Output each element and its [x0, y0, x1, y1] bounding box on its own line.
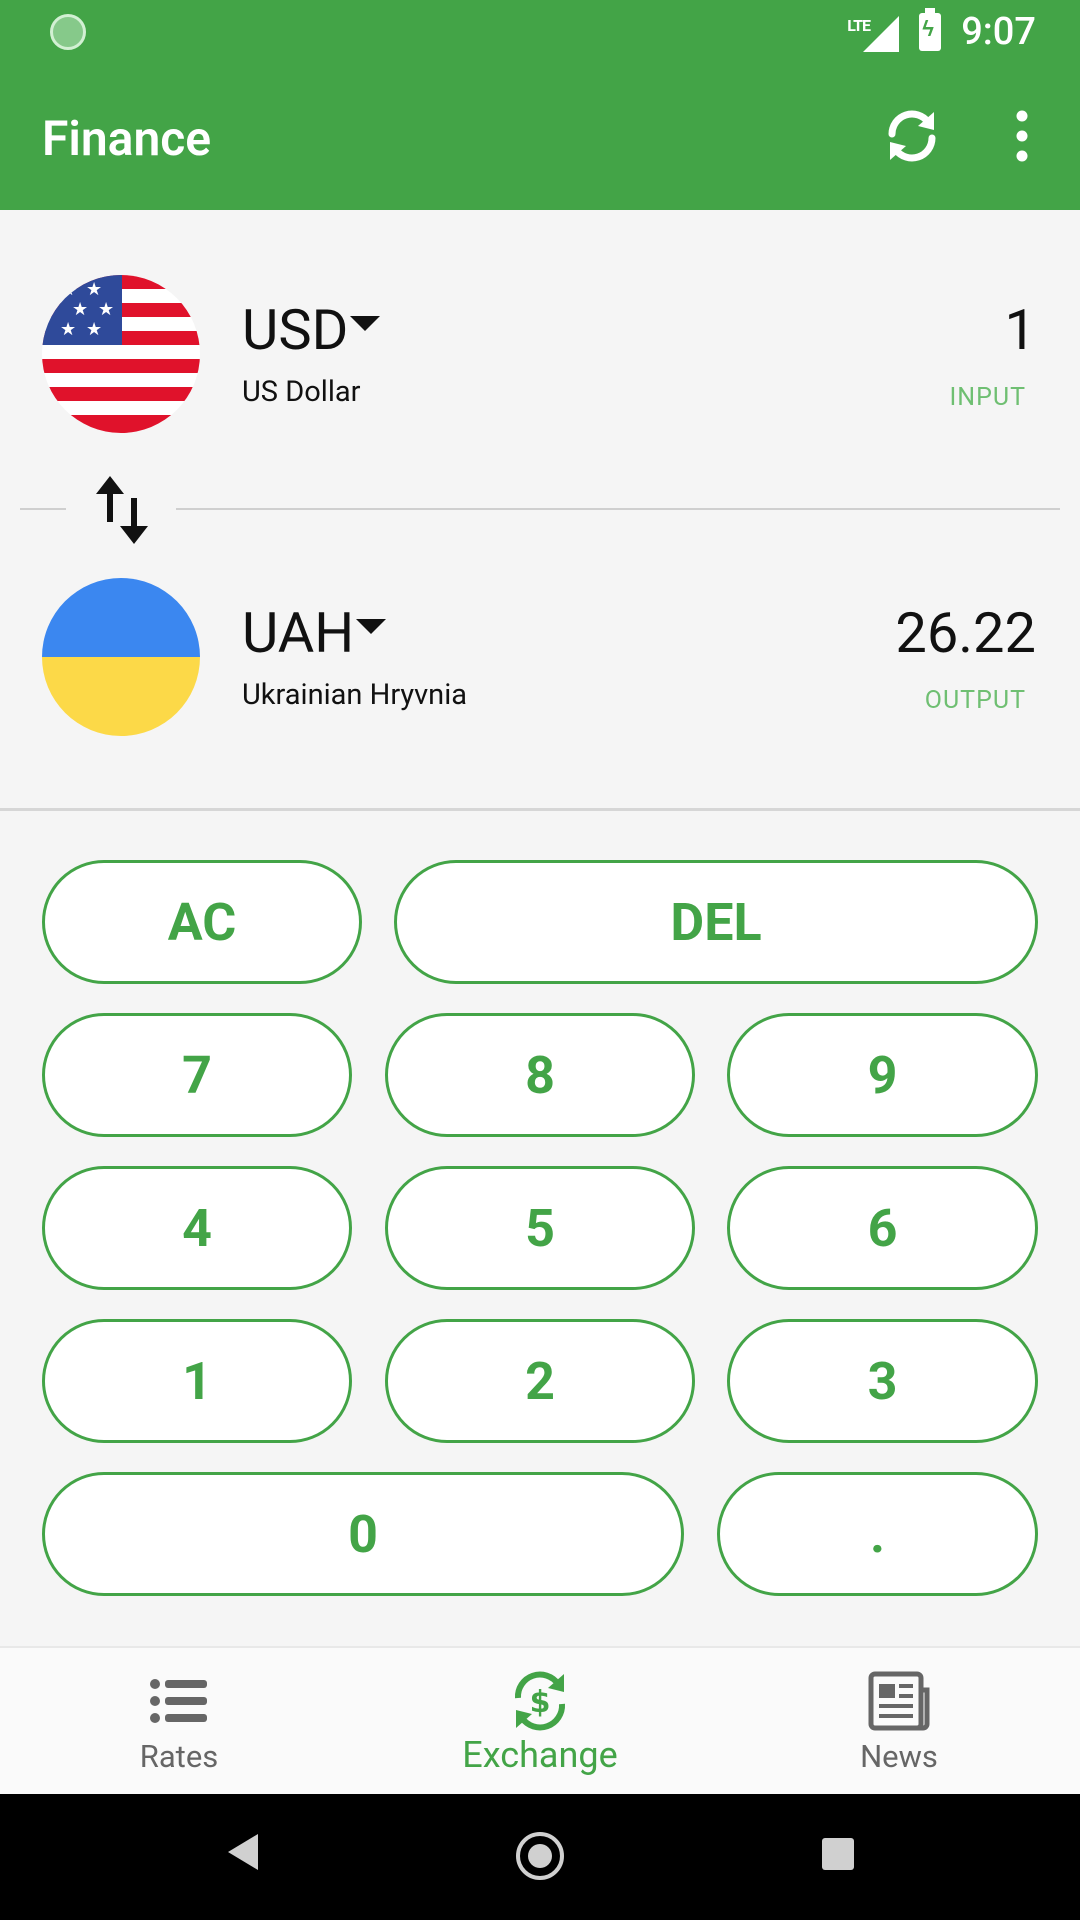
nav-label-news: News — [860, 1738, 938, 1775]
delete-button[interactable]: DEL — [394, 860, 1038, 984]
newspaper-icon — [868, 1671, 930, 1731]
nav-item-rates[interactable]: Rates — [49, 1648, 309, 1796]
bottom-navigation: Rates $ Exchange News — [0, 1646, 1080, 1794]
ua-flag-icon — [42, 578, 200, 736]
output-label: OUTPUT — [924, 686, 1026, 715]
more-vert-icon — [1016, 110, 1028, 162]
home-icon[interactable] — [516, 1832, 564, 1880]
key-8-button[interactable]: 8 — [385, 1013, 695, 1137]
currency-exchange-icon: $ — [514, 1671, 566, 1731]
list-icon — [150, 1679, 207, 1723]
svg-text:★: ★ — [60, 319, 76, 340]
to-currency-name: Ukrainian Hryvnia — [242, 678, 468, 712]
key-5-button[interactable]: 5 — [385, 1166, 695, 1290]
app-bar: Finance — [0, 64, 1080, 210]
refresh-icon — [888, 110, 936, 162]
swap-vertical-icon — [96, 476, 148, 544]
section-divider — [0, 808, 1080, 811]
to-currency-selector[interactable]: UAH — [242, 600, 387, 666]
screen: LTE ϟ 9:07 Finance ★ ★ ★ ★ ★ ★ USD US Do… — [0, 0, 1080, 1920]
refresh-button[interactable] — [880, 104, 944, 168]
status-bar: LTE ϟ 9:07 — [0, 0, 1080, 64]
to-currency-code: UAH — [242, 600, 355, 666]
divider-left — [20, 508, 66, 510]
system-navigation-bar — [0, 1794, 1080, 1920]
key-7-button[interactable]: 7 — [42, 1013, 352, 1137]
us-flag-icon: ★ ★ ★ ★ ★ ★ — [42, 275, 200, 433]
nav-item-news[interactable]: News — [769, 1648, 1029, 1796]
output-amount: 26.22 — [895, 600, 1036, 666]
from-currency-code: USD — [242, 297, 349, 363]
nav-label-rates: Rates — [139, 1738, 219, 1775]
key-6-button[interactable]: 6 — [727, 1166, 1038, 1290]
app-notification-icon — [50, 14, 86, 50]
decimal-point-button[interactable]: . — [717, 1472, 1038, 1596]
key-4-button[interactable]: 4 — [42, 1166, 352, 1290]
dropdown-arrow-icon — [350, 315, 381, 331]
status-time: 9:07 — [961, 10, 1036, 54]
from-currency-selector[interactable]: USD — [242, 297, 381, 363]
swap-currencies-button[interactable] — [94, 474, 150, 546]
more-options-button[interactable] — [1000, 104, 1044, 168]
svg-text:★: ★ — [86, 319, 102, 340]
nav-label-exchange: Exchange — [462, 1734, 618, 1776]
from-currency-name: US Dollar — [242, 375, 361, 409]
clear-all-button[interactable]: AC — [42, 860, 362, 984]
svg-text:★: ★ — [86, 279, 102, 300]
svg-text:$: $ — [530, 1685, 551, 1720]
svg-text:★: ★ — [60, 279, 76, 300]
nav-item-exchange[interactable]: $ Exchange — [410, 1648, 670, 1796]
status-indicators: LTE ϟ 9:07 — [847, 8, 1036, 56]
app-title: Finance — [42, 110, 212, 167]
key-9-button[interactable]: 9 — [727, 1013, 1038, 1137]
divider-right — [176, 508, 1060, 510]
dropdown-arrow-icon — [356, 618, 387, 634]
input-label: INPUT — [949, 383, 1026, 412]
back-icon[interactable] — [228, 1834, 258, 1870]
battery-charging-icon: ϟ — [919, 8, 942, 51]
key-1-button[interactable]: 1 — [42, 1319, 352, 1443]
from-currency-row[interactable]: ★ ★ ★ ★ ★ ★ USD US Dollar 1 INPUT — [0, 275, 1080, 445]
svg-text:★: ★ — [72, 299, 88, 320]
svg-text:★: ★ — [98, 299, 114, 320]
input-amount[interactable]: 1 — [1005, 297, 1036, 363]
to-currency-row[interactable]: UAH Ukrainian Hryvnia 26.22 OUTPUT — [0, 578, 1080, 748]
key-0-button[interactable]: 0 — [42, 1472, 684, 1596]
lte-signal-icon: LTE — [847, 12, 900, 52]
key-3-button[interactable]: 3 — [727, 1319, 1038, 1443]
key-2-button[interactable]: 2 — [385, 1319, 695, 1443]
recent-apps-icon[interactable] — [822, 1838, 854, 1870]
